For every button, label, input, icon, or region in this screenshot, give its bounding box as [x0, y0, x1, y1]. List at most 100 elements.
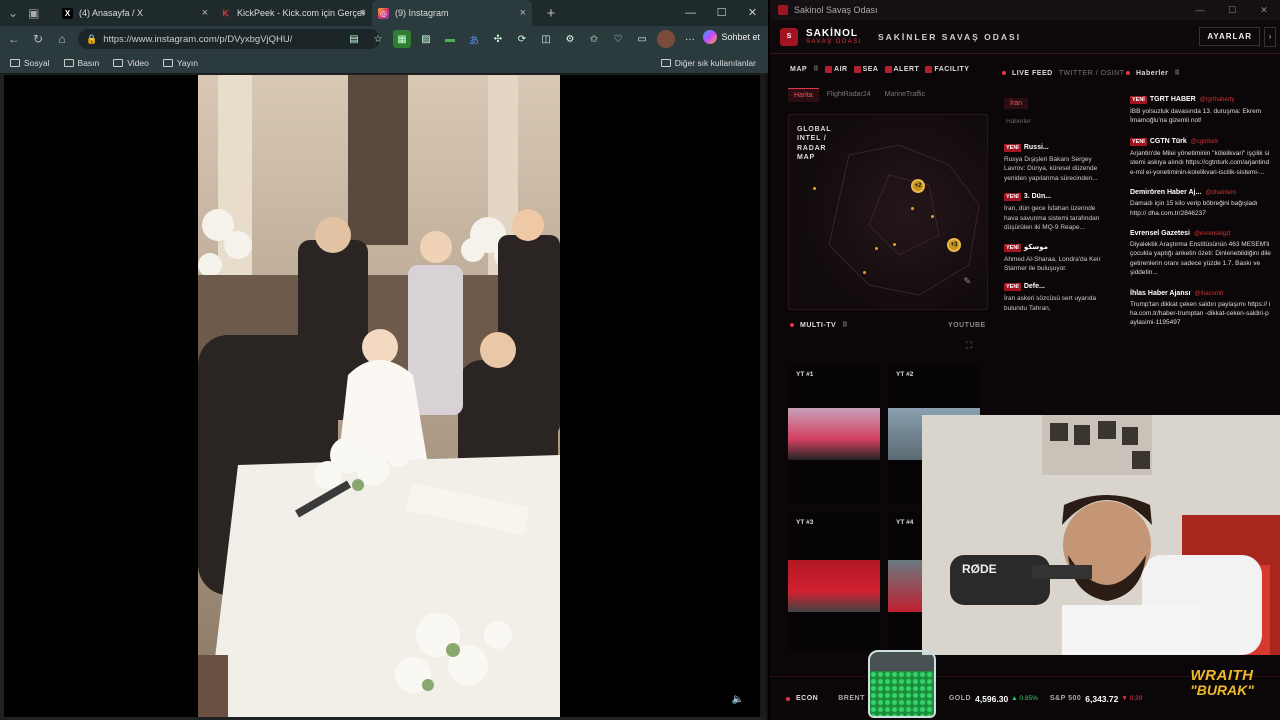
- favorite-star-icon[interactable]: ☆: [369, 30, 387, 48]
- checkbox-icon: [925, 65, 933, 73]
- list-item[interactable]: YENİ موسكو Ahmed Al-Sharaa, Londra'da Kei…: [1004, 243, 1104, 274]
- candy-jar-overlay: [868, 650, 936, 718]
- page-scrollbar[interactable]: [760, 75, 766, 717]
- home-icon[interactable]: ⌂: [50, 32, 74, 46]
- extension-green-icon[interactable]: ▦: [393, 30, 411, 48]
- instagram-post-image[interactable]: [198, 75, 560, 717]
- ticker-label: S&P 500: [1049, 695, 1082, 702]
- ticker-change: ▲ 0.85%: [1011, 695, 1038, 702]
- news-item[interactable]: Evrensel Gazetesi @evrenselgzt Diyalektik…: [1130, 230, 1272, 278]
- other-bookmarks[interactable]: Diğer sık kullanılanlar: [660, 52, 756, 74]
- map-dot[interactable]: [931, 215, 934, 218]
- tab-x[interactable]: X (4) Anasayfa / X ×: [56, 0, 214, 26]
- streamer-webcam-illustration: RØDE: [922, 415, 1280, 655]
- live-feed-panel: İran Haberler YENİ Russi... Rusya Dışişle…: [998, 62, 1110, 417]
- news-item[interactable]: İhlas Haber Ajansı @ihacomtr Trump'tan di…: [1130, 290, 1272, 328]
- bookmark-video[interactable]: Video: [113, 58, 149, 68]
- extension-image-icon[interactable]: ▨: [417, 30, 435, 48]
- filter-facility[interactable]: FACILITY: [925, 65, 969, 73]
- edit-icon[interactable]: ✎: [963, 276, 971, 287]
- close-icon[interactable]: ×: [360, 7, 366, 19]
- map-dot[interactable]: [893, 243, 896, 246]
- news-item[interactable]: Demirören Haber Aj... @dhaintern Damadı i…: [1130, 189, 1272, 218]
- fullscreen-icon[interactable]: ⛶: [966, 340, 972, 351]
- tab-flightradar[interactable]: FlightRadar24: [821, 88, 877, 102]
- back-icon[interactable]: ←: [2, 32, 26, 46]
- close-icon[interactable]: ×: [520, 7, 526, 19]
- copilot-button[interactable]: Sohbet et: [703, 30, 760, 44]
- new-tab-button[interactable]: +: [540, 5, 562, 22]
- close-window-icon[interactable]: ✕: [737, 0, 768, 26]
- favorites-icon[interactable]: ✩: [585, 30, 603, 48]
- checkbox-icon: [853, 65, 861, 73]
- filter-alert[interactable]: ALERT: [884, 65, 920, 73]
- screen: ⌄ ▣ X (4) Anasayfa / X × K KickPeek - Ki…: [0, 0, 1280, 720]
- close-icon[interactable]: ×: [202, 7, 208, 19]
- map-dot[interactable]: [813, 187, 816, 190]
- tab-instagram[interactable]: ◎ (9) Instagram ×: [372, 0, 532, 26]
- bookmark-yayin[interactable]: Yayın: [162, 58, 198, 68]
- extension-game-icon[interactable]: ▬: [441, 30, 459, 48]
- folder-icon: [162, 58, 173, 67]
- streamer-logo: WRAITH "BURAK": [1190, 667, 1254, 698]
- tab-actions-icon[interactable]: ⌄: [8, 6, 18, 20]
- map-dot[interactable]: [875, 247, 878, 250]
- list-item[interactable]: YENİ 3. Dün... İran, dün gece İsfahan üze…: [1004, 193, 1104, 232]
- minimize-icon[interactable]: —: [675, 0, 706, 26]
- extension-puzzle-icon[interactable]: ✣: [489, 30, 507, 48]
- translate-icon[interactable]: あ: [465, 30, 483, 48]
- url-text: https://www.instagram.com/p/DVyxbgVjQHU/: [103, 33, 293, 45]
- performance-icon[interactable]: ♡: [609, 30, 627, 48]
- screenshot-icon[interactable]: ▭: [633, 30, 651, 48]
- lock-icon: 🔒: [86, 33, 98, 44]
- maximize-icon[interactable]: ☐: [706, 0, 737, 26]
- map-dot[interactable]: [911, 207, 914, 210]
- feed-filter[interactable]: Haberler: [1006, 118, 1031, 125]
- map-cluster-marker[interactable]: +3: [947, 238, 961, 252]
- tab-label: KickPeek - Kick.com için Gerçek Za: [237, 8, 365, 18]
- tab-kickpeek[interactable]: K KickPeek - Kick.com için Gerçek Za ×: [214, 0, 372, 26]
- maximize-icon[interactable]: ☐: [1216, 0, 1248, 20]
- settings-button[interactable]: AYARLAR: [1199, 27, 1260, 46]
- close-window-icon[interactable]: ✕: [1248, 0, 1280, 20]
- tab-marinetraffic[interactable]: MarineTraffic: [879, 88, 931, 102]
- video-thumbnail: [788, 408, 880, 460]
- split-screen-icon[interactable]: ◫: [537, 30, 555, 48]
- map-dot[interactable]: [863, 271, 866, 274]
- list-item[interactable]: YENİ Russi... Rusya Dışişleri Bakanı Serg…: [1004, 144, 1104, 183]
- profile-avatar[interactable]: [657, 30, 675, 48]
- bookmark-basin[interactable]: Basın: [63, 58, 99, 68]
- map-cluster-marker[interactable]: +2: [911, 179, 925, 193]
- news-item[interactable]: YENİ CGTN Türk @cgtnturk Arjantin'de Milei…: [1130, 137, 1272, 177]
- map-panel-header: MAP ⠿ AIR SEA ALERT FACILITY: [790, 65, 970, 73]
- news-panel: YENİ TGRT HABER @tgrthaberty İBB yolsuzluk…: [1120, 62, 1280, 417]
- minimize-icon[interactable]: —: [1184, 0, 1216, 20]
- filter-air[interactable]: AIR: [825, 65, 848, 73]
- checkbox-icon: [884, 65, 892, 73]
- ticker-label: GOLD: [948, 695, 972, 702]
- reader-icon[interactable]: ▤: [345, 30, 363, 48]
- more-menu-icon[interactable]: ···: [681, 30, 699, 48]
- url-field[interactable]: 🔒 https://www.instagram.com/p/DVyxbgVjQH…: [78, 29, 380, 49]
- tab-harita[interactable]: Harita: [788, 88, 819, 102]
- mute-icon[interactable]: 🔈: [732, 694, 744, 705]
- wedding-photo-illustration: [198, 75, 560, 717]
- sync-icon[interactable]: ⟳: [513, 30, 531, 48]
- radar-map[interactable]: GLOBAL INTEL / RADAR MAP +2 +3 ✎: [788, 114, 988, 310]
- bookmarks-bar: Sosyal Basın Video Yayın Diğer sık kulla…: [0, 52, 768, 74]
- tab-iran[interactable]: İran: [1004, 98, 1029, 109]
- news-item[interactable]: YENİ TGRT HABER @tgrthaberty İBB yolsuzluk…: [1130, 96, 1272, 126]
- tv-cell-1[interactable]: YT #1: [788, 364, 880, 504]
- filter-sea[interactable]: SEA: [853, 65, 879, 73]
- chevron-right-icon[interactable]: ›: [1264, 27, 1276, 47]
- svg-text:RØDE: RØDE: [962, 562, 997, 576]
- news-list: YENİ TGRT HABER @tgrthaberty İBB yolsuzluk…: [1130, 96, 1272, 340]
- page-viewport: 🔈: [4, 75, 766, 717]
- extensions-icon[interactable]: ⚙: [561, 30, 579, 48]
- tv-cell-3[interactable]: YT #3: [788, 512, 880, 652]
- refresh-icon[interactable]: ↻: [26, 32, 50, 46]
- workspaces-icon[interactable]: ▣: [28, 6, 39, 20]
- ticker-label: ECON: [796, 695, 819, 702]
- list-item[interactable]: YENİ Defe... İran askeri sözcüsü sert uya…: [1004, 283, 1104, 313]
- bookmark-sosyal[interactable]: Sosyal: [10, 58, 50, 68]
